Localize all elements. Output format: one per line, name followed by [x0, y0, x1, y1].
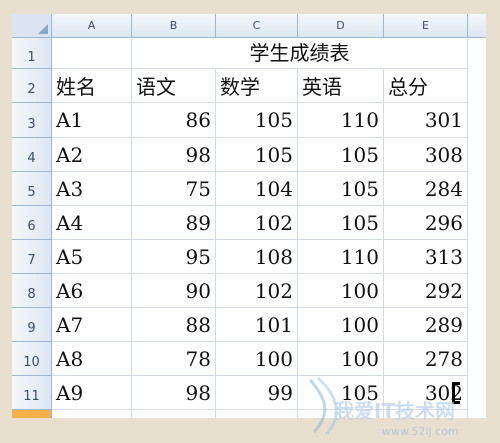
- data-cell[interactable]: A4: [52, 206, 132, 240]
- row-header-4[interactable]: 4: [12, 138, 52, 172]
- data-cell[interactable]: 88: [132, 308, 216, 342]
- data-cell[interactable]: A8: [52, 342, 132, 376]
- data-cell[interactable]: 105: [216, 103, 298, 138]
- data-cell[interactable]: 105: [298, 206, 384, 240]
- data-cell[interactable]: 99: [216, 376, 298, 410]
- data-cell[interactable]: 301: [384, 103, 468, 138]
- data-cell[interactable]: 100: [216, 342, 298, 376]
- column-header-d[interactable]: D: [298, 14, 384, 38]
- data-cell[interactable]: 308: [384, 138, 468, 172]
- row-header-12[interactable]: 12: [12, 410, 52, 418]
- data-cell[interactable]: 284: [384, 172, 468, 206]
- data-cell[interactable]: 100: [298, 274, 384, 308]
- header-cell-d[interactable]: 英语: [298, 69, 384, 103]
- data-cell[interactable]: A3: [52, 172, 132, 206]
- data-cell[interactable]: 105: [298, 138, 384, 172]
- data-cell[interactable]: 100: [298, 308, 384, 342]
- row-header-10[interactable]: 10: [12, 342, 52, 376]
- data-cell[interactable]: 90: [132, 274, 216, 308]
- row-header-2[interactable]: 2: [12, 69, 52, 103]
- column-header-e[interactable]: E: [384, 14, 468, 38]
- row-header-3[interactable]: 3: [12, 103, 52, 138]
- data-cell[interactable]: 278: [384, 342, 468, 376]
- watermark-logo-icon: [308, 376, 338, 436]
- data-cell[interactable]: 296: [384, 206, 468, 240]
- data-cell[interactable]: 105: [298, 172, 384, 206]
- row-header-9[interactable]: 9: [12, 308, 52, 342]
- data-cell[interactable]: 289: [384, 308, 468, 342]
- data-cell[interactable]: 95: [132, 240, 216, 274]
- cell-a1[interactable]: [52, 38, 132, 69]
- header-cell-b[interactable]: 语文: [132, 69, 216, 103]
- data-cell[interactable]: 102: [216, 274, 298, 308]
- data-cell[interactable]: 292: [384, 274, 468, 308]
- data-cell[interactable]: 89: [132, 206, 216, 240]
- row-header-5[interactable]: 5: [12, 172, 52, 206]
- header-cell-a[interactable]: 姓名: [52, 69, 132, 103]
- column-header-c[interactable]: C: [216, 14, 298, 38]
- watermark-text: 我爱IT技术网: [334, 399, 455, 423]
- header-cell-c[interactable]: 数学: [216, 69, 298, 103]
- data-cell[interactable]: A10: [52, 410, 132, 418]
- data-cell[interactable]: 101: [216, 308, 298, 342]
- row-header-8[interactable]: 8: [12, 274, 52, 308]
- data-cell[interactable]: 313: [384, 240, 468, 274]
- row-header-6[interactable]: 6: [12, 206, 52, 240]
- data-cell[interactable]: 108: [216, 240, 298, 274]
- data-cell[interactable]: 98: [132, 138, 216, 172]
- data-cell[interactable]: A5: [52, 240, 132, 274]
- spreadsheet: ABCDE123456789101112学生成绩表姓名语文数学英语总分A1861…: [12, 14, 486, 418]
- data-cell[interactable]: 99: [216, 410, 298, 418]
- sheet-title-cell[interactable]: 学生成绩表: [132, 38, 468, 69]
- data-cell[interactable]: 86: [132, 103, 216, 138]
- row-header-1[interactable]: 1: [12, 38, 52, 69]
- data-cell[interactable]: 110: [298, 240, 384, 274]
- data-cell[interactable]: A1: [52, 103, 132, 138]
- column-header-b[interactable]: B: [132, 14, 216, 38]
- data-cell[interactable]: 105: [216, 138, 298, 172]
- data-cell[interactable]: A2: [52, 138, 132, 172]
- select-all-icon: [38, 24, 48, 34]
- data-cell[interactable]: A6: [52, 274, 132, 308]
- data-cell[interactable]: A7: [52, 308, 132, 342]
- data-cell[interactable]: 98: [132, 376, 216, 410]
- data-cell[interactable]: 102: [216, 206, 298, 240]
- watermark-subtext: www.52ij.com: [382, 425, 459, 438]
- column-header-next[interactable]: [468, 14, 486, 38]
- column-header-a[interactable]: A: [52, 14, 132, 38]
- select-all-corner[interactable]: [12, 14, 52, 38]
- row-header-7[interactable]: 7: [12, 240, 52, 274]
- data-cell[interactable]: 78: [132, 342, 216, 376]
- data-cell[interactable]: 102: [132, 410, 216, 418]
- data-cell[interactable]: 110: [298, 103, 384, 138]
- data-cell[interactable]: 104: [216, 172, 298, 206]
- data-cell[interactable]: 100: [298, 342, 384, 376]
- data-cell[interactable]: A9: [52, 376, 132, 410]
- header-cell-e[interactable]: 总分: [384, 69, 468, 103]
- data-cell[interactable]: 75: [132, 172, 216, 206]
- row-header-11[interactable]: 11: [12, 376, 52, 410]
- watermark: 我爱IT技术网 www.52ij.com: [308, 376, 459, 438]
